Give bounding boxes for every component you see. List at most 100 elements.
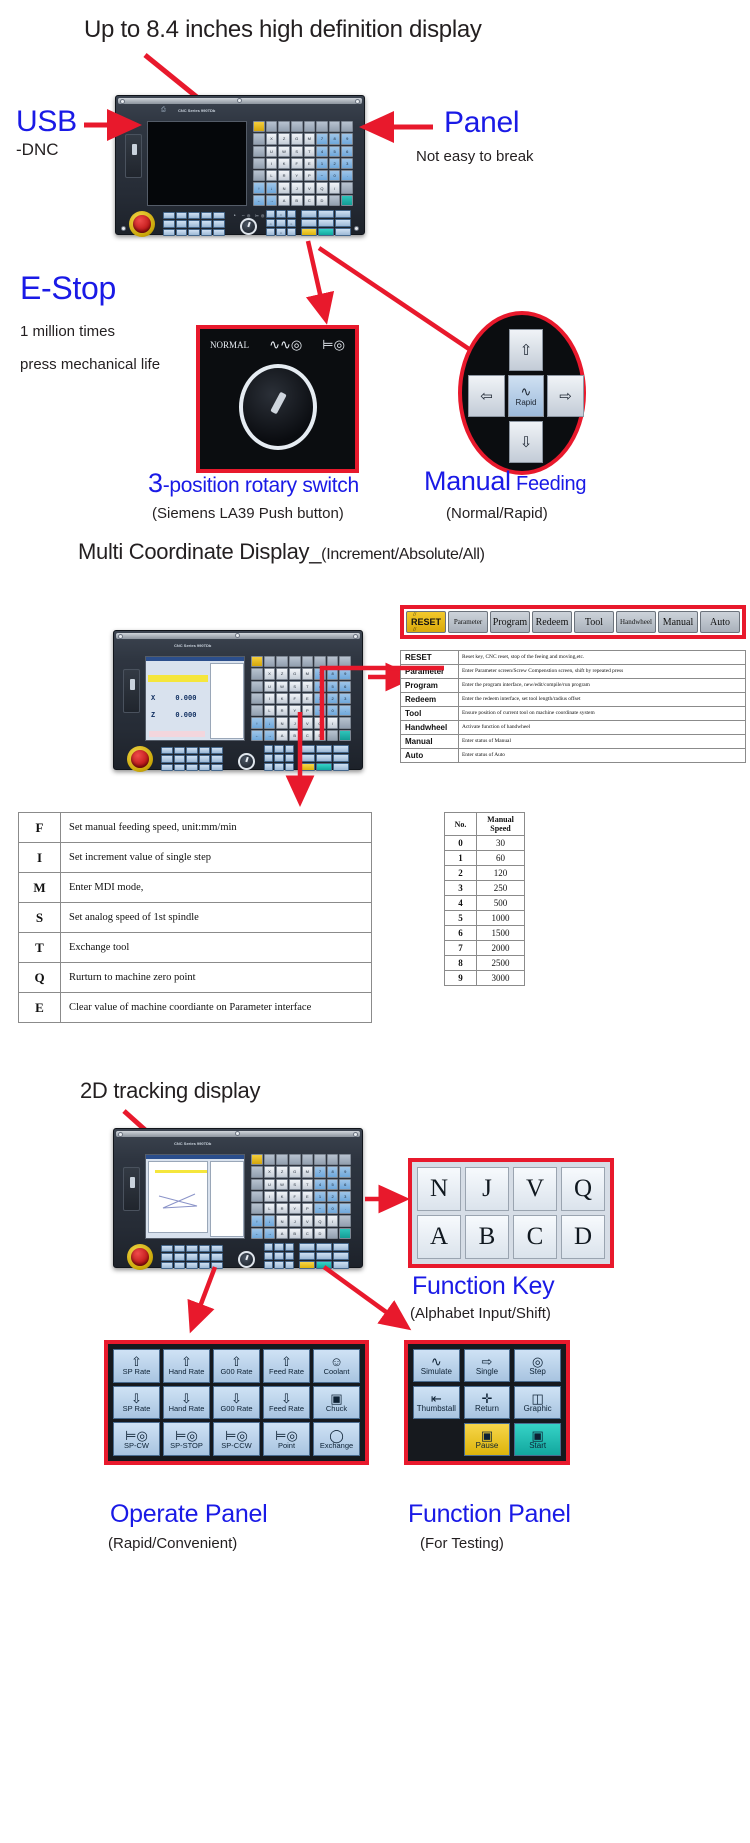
key-k[interactable]: K bbox=[276, 1190, 288, 1203]
key-g[interactable]: G bbox=[288, 668, 301, 680]
fn-key[interactable] bbox=[301, 210, 317, 218]
rotary-mode-switch[interactable] bbox=[238, 1251, 255, 1268]
opkey-coolant[interactable]: ☺ Coolant bbox=[313, 1349, 360, 1383]
key-p[interactable]: P bbox=[301, 1203, 314, 1215]
op-key[interactable] bbox=[186, 763, 198, 771]
feed-key-rapid[interactable] bbox=[276, 219, 286, 227]
key-f[interactable]: F bbox=[288, 1190, 301, 1203]
arrow-pad-right[interactable]: ⇨ bbox=[547, 375, 584, 417]
key-arrow-down[interactable]: ↓ bbox=[265, 182, 278, 194]
key-m[interactable]: M bbox=[303, 133, 316, 145]
key-input[interactable] bbox=[253, 133, 265, 145]
key-x[interactable]: X bbox=[263, 1166, 276, 1178]
rotary-mode-switch[interactable] bbox=[240, 218, 257, 235]
key-setup[interactable] bbox=[251, 680, 263, 692]
key-5[interactable]: 5 bbox=[326, 1178, 339, 1190]
fn-key[interactable] bbox=[333, 1243, 349, 1251]
key-l[interactable]: L bbox=[263, 705, 276, 717]
feed-key[interactable] bbox=[264, 1243, 274, 1251]
alphanumeric-keypad[interactable]: X Z G M 7 8 9 U W S T 4 5 6 I K F E 1 2 … bbox=[253, 121, 353, 206]
key-6[interactable]: 6 bbox=[339, 1178, 351, 1190]
key-parameter[interactable] bbox=[265, 121, 278, 133]
key-reset[interactable] bbox=[251, 656, 263, 668]
key-page[interactable] bbox=[253, 170, 265, 182]
key-redeem[interactable] bbox=[288, 656, 301, 668]
op-key[interactable] bbox=[163, 220, 175, 228]
key-l[interactable]: L bbox=[265, 170, 278, 182]
key-i[interactable]: I bbox=[265, 157, 278, 170]
fn-key[interactable] bbox=[333, 745, 349, 753]
op-key[interactable] bbox=[198, 747, 211, 755]
mode-strip-key-auto[interactable]: Auto bbox=[700, 611, 740, 633]
mode-strip-key-parameter[interactable]: Parameter bbox=[448, 611, 488, 633]
key-6[interactable]: 6 bbox=[341, 145, 353, 157]
op-key[interactable] bbox=[173, 1253, 186, 1261]
feed-key-rapid[interactable] bbox=[274, 754, 284, 762]
machine-operate-keys[interactable] bbox=[163, 212, 225, 236]
key-y[interactable]: Y bbox=[288, 1203, 301, 1215]
fnkey-step[interactable]: ◎ Step bbox=[514, 1349, 561, 1382]
key-w[interactable]: W bbox=[276, 680, 288, 692]
op-key[interactable] bbox=[186, 1245, 198, 1253]
key-shift[interactable] bbox=[253, 157, 265, 170]
fn-key-pause[interactable] bbox=[299, 1261, 315, 1269]
fn-key[interactable] bbox=[316, 754, 332, 762]
op-key[interactable] bbox=[186, 755, 198, 763]
key-q[interactable]: Q bbox=[314, 1215, 326, 1227]
key-arrow-left[interactable]: ← bbox=[253, 194, 265, 206]
key-minus[interactable]: − bbox=[314, 1203, 326, 1215]
key-arrow-up[interactable]: ↑ bbox=[253, 182, 265, 194]
op-key[interactable] bbox=[211, 755, 223, 763]
key-e[interactable]: E bbox=[301, 692, 314, 705]
key-reset[interactable] bbox=[253, 121, 265, 133]
mode-strip-key-manual[interactable]: Manual bbox=[658, 611, 698, 633]
fn-key[interactable] bbox=[318, 210, 334, 218]
key-0[interactable]: 0 bbox=[328, 170, 341, 182]
opkey-sp-rate-down[interactable]: ⇩ SP Rate bbox=[113, 1385, 160, 1420]
fn-key[interactable] bbox=[299, 1252, 315, 1260]
key-page[interactable] bbox=[251, 1203, 263, 1215]
mode-strip-key-handwheel[interactable]: Handwheel bbox=[616, 611, 656, 633]
opkey-chuck[interactable]: ▣ Chuck bbox=[313, 1385, 360, 1420]
key-8[interactable]: 8 bbox=[328, 133, 341, 145]
key-shift[interactable] bbox=[251, 1190, 263, 1203]
key-arrow-up[interactable]: ↑ bbox=[251, 717, 263, 729]
op-key[interactable] bbox=[163, 212, 175, 220]
key-w[interactable]: W bbox=[278, 145, 290, 157]
feed-key-right[interactable] bbox=[284, 1252, 294, 1260]
key-x[interactable]: X bbox=[263, 668, 276, 680]
feed-key-up[interactable]: ⇧ bbox=[276, 210, 286, 218]
key-f[interactable]: F bbox=[288, 692, 301, 705]
feed-key-up[interactable] bbox=[274, 745, 284, 753]
key-program[interactable] bbox=[276, 1154, 288, 1166]
key-program[interactable] bbox=[276, 656, 288, 668]
fn-key-start[interactable] bbox=[316, 763, 332, 771]
emergency-stop-button[interactable] bbox=[127, 1244, 153, 1270]
opkey-point[interactable]: ⊨◎ Point bbox=[263, 1422, 310, 1456]
key-del[interactable] bbox=[339, 1215, 351, 1227]
op-key[interactable] bbox=[186, 747, 198, 755]
fn-key[interactable] bbox=[335, 228, 351, 236]
feed-key[interactable] bbox=[286, 228, 296, 236]
fkey-n[interactable]: N bbox=[417, 1167, 461, 1211]
feed-direction-keys[interactable]: ⇧ ⇦ ⇨ ⇩ bbox=[266, 210, 296, 236]
key-w[interactable]: W bbox=[276, 1178, 288, 1190]
key-z[interactable]: Z bbox=[278, 133, 290, 145]
op-key[interactable] bbox=[173, 1245, 186, 1253]
key-r[interactable]: R bbox=[278, 170, 290, 182]
feed-key[interactable] bbox=[266, 228, 276, 236]
key-k[interactable]: K bbox=[278, 157, 290, 170]
op-key[interactable] bbox=[198, 1253, 211, 1261]
key-tool[interactable] bbox=[301, 656, 314, 668]
key-arrow-up[interactable]: ↑ bbox=[251, 1215, 263, 1227]
fnkey-thumbstall[interactable]: ⇤ Thumbstall bbox=[413, 1386, 460, 1419]
opkey-sp-rate-up[interactable]: ⇧ SP Rate bbox=[113, 1349, 160, 1383]
opkey-feed-rate-up[interactable]: ⇧ Feed Rate bbox=[263, 1349, 310, 1383]
arrow-pad-left[interactable]: ⇦ bbox=[468, 375, 505, 417]
opkey-exchange[interactable]: ◯ Exchange bbox=[313, 1422, 360, 1456]
fnkey-start[interactable]: ▣ Start bbox=[514, 1423, 561, 1456]
op-key[interactable] bbox=[200, 220, 213, 228]
fn-key[interactable] bbox=[333, 1252, 349, 1260]
key-b[interactable]: B bbox=[288, 1227, 301, 1239]
key-u[interactable]: U bbox=[265, 145, 278, 157]
